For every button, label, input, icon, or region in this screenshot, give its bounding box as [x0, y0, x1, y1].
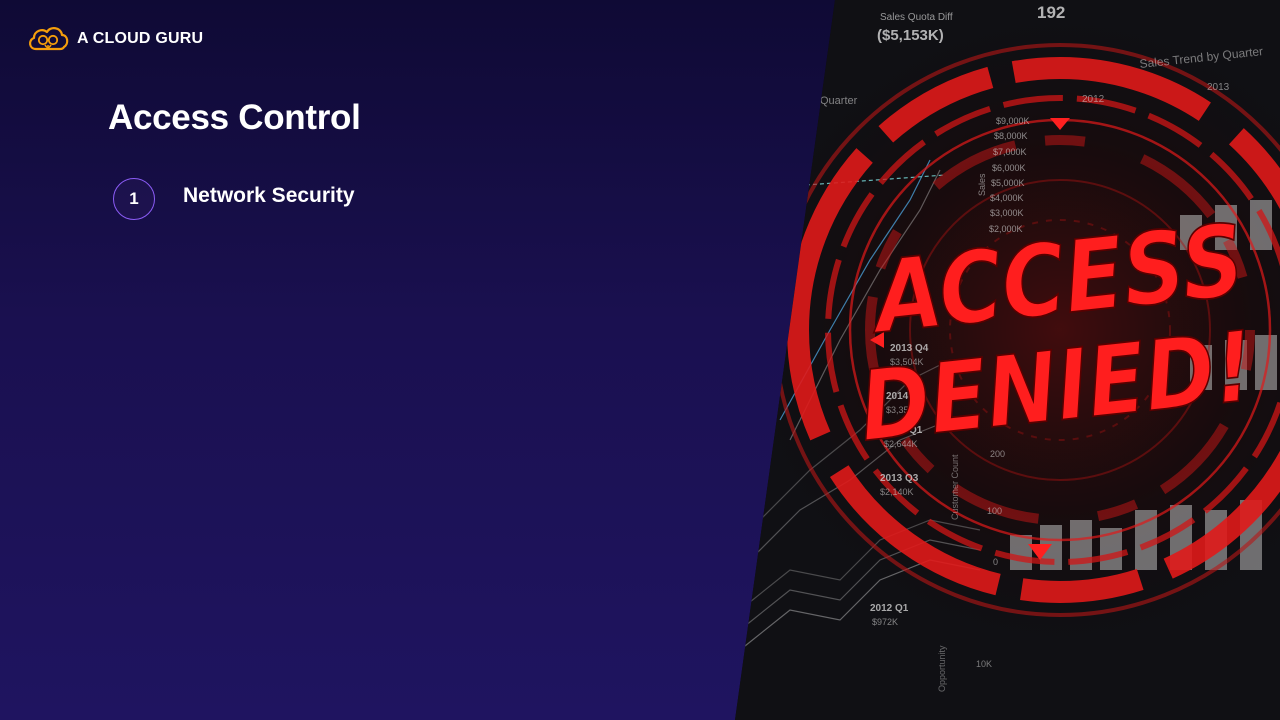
sales-tick: $6,000K — [992, 163, 1026, 173]
brand-name: A CLOUD GURU — [77, 30, 204, 47]
quota-label: Sales Quota Diff — [880, 12, 953, 23]
customer-axis-label: Customer Count — [950, 454, 960, 520]
agenda-number-badge: 1 — [113, 178, 155, 220]
sales-tick: $5,000K — [991, 178, 1025, 188]
agenda-item-label: Network Security — [183, 184, 355, 207]
quarter-item-value: $2,140K — [880, 487, 914, 497]
quarter-label: Quarter — [820, 95, 858, 107]
slide: A CLOUD GURU Access Control 1 Network Se… — [0, 0, 1280, 720]
quarter-item-label: 2013 Q3 — [880, 473, 919, 484]
sales-tick: $3,000K — [990, 208, 1024, 218]
sales-tick: $8,000K — [994, 131, 1028, 141]
agenda-item: 1 Network Security — [113, 178, 355, 220]
brand: A CLOUD GURU — [26, 24, 203, 54]
opportunity-tick: 10K — [976, 659, 992, 669]
page-title: Access Control — [108, 98, 361, 137]
quarter-item-value: $972K — [872, 617, 898, 627]
customer-tick: 0 — [993, 557, 998, 567]
sales-axis-label: Sales — [977, 173, 987, 196]
customer-tick: 100 — [987, 506, 1002, 516]
sales-tick: $4,000K — [990, 193, 1024, 203]
quarter-item-label: 2012 Q1 — [870, 603, 909, 614]
opportunity-axis-label: Opportunity — [937, 645, 947, 692]
sales-tick: $7,000K — [993, 147, 1027, 157]
quota-value: ($5,153K) — [877, 27, 944, 44]
customer-tick: 200 — [990, 449, 1005, 459]
top-number: 192 — [1037, 3, 1065, 22]
access-denied-headline: ACCESS DENIED! — [854, 201, 1259, 464]
year-label: 2013 — [1207, 82, 1230, 93]
cloud-face-icon — [29, 27, 69, 51]
year-label: 2012 — [1082, 94, 1105, 105]
sales-tick: $9,000K — [996, 116, 1030, 126]
